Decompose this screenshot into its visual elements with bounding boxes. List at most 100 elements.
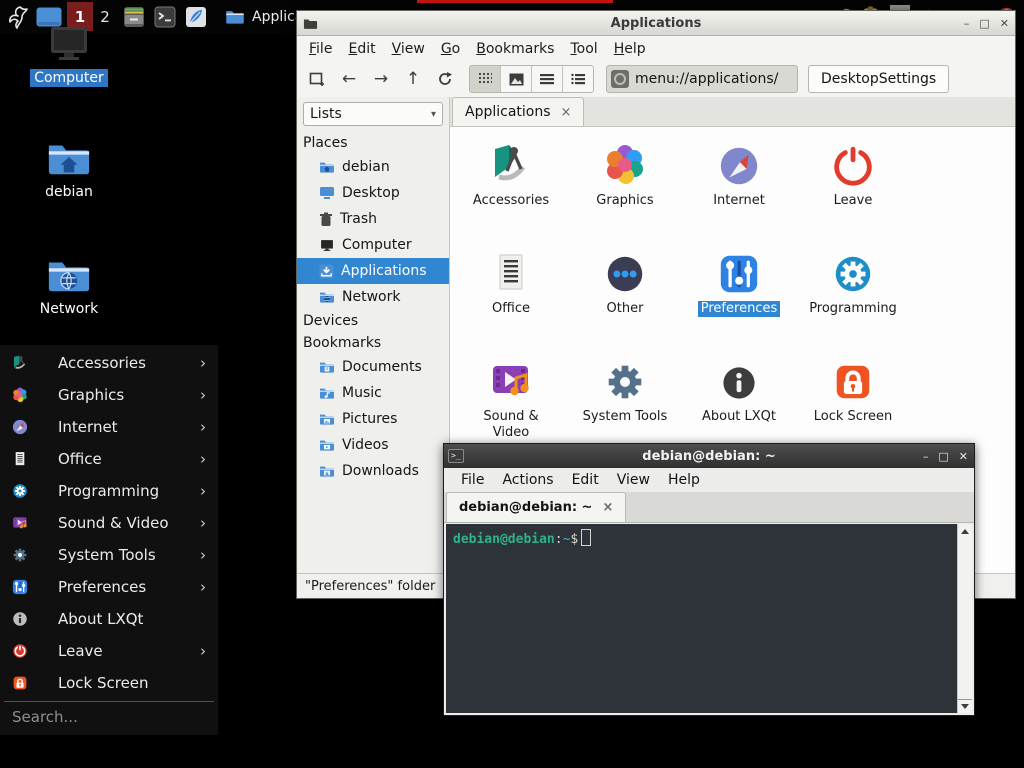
grid-item-other[interactable]: Other bbox=[568, 245, 682, 353]
terminal-screen[interactable]: debian@debian:~$ bbox=[446, 524, 958, 713]
fm-menu-view[interactable]: View bbox=[384, 39, 433, 59]
lock-screen-icon bbox=[11, 674, 29, 692]
chevron-down-icon: ▾ bbox=[431, 109, 436, 120]
grid-item-graphics[interactable]: Graphics bbox=[568, 137, 682, 245]
sidebar-item-desktop[interactable]: Desktop bbox=[297, 180, 449, 206]
desktop-icon bbox=[319, 186, 335, 200]
grid-item-programming[interactable]: Programming bbox=[796, 245, 910, 353]
sidebar-item-label: Downloads bbox=[342, 463, 419, 479]
detailed-list-button[interactable] bbox=[532, 66, 563, 92]
sidebar-item-trash[interactable]: Trash bbox=[297, 206, 449, 232]
sidebar-item-computer[interactable]: Computer bbox=[297, 232, 449, 258]
terminal-menu-edit[interactable]: Edit bbox=[563, 470, 608, 490]
grid-item-office[interactable]: Office bbox=[454, 245, 568, 353]
computer-icon bbox=[45, 20, 93, 64]
fm-menu-help[interactable]: Help bbox=[606, 39, 654, 59]
sidebar-item-videos[interactable]: Videos bbox=[297, 432, 449, 458]
desktop-icon-computer[interactable]: Computer bbox=[13, 20, 125, 86]
fm-tab-applications[interactable]: Applications × bbox=[452, 97, 584, 126]
tab-close-icon[interactable]: × bbox=[602, 500, 613, 515]
music-folder-icon bbox=[319, 386, 335, 400]
menu-item-office[interactable]: Office › bbox=[0, 443, 218, 475]
sidebar-item-pictures[interactable]: Pictures bbox=[297, 406, 449, 432]
scroll-down-icon[interactable] bbox=[958, 699, 972, 712]
thumbnail-view-button[interactable] bbox=[501, 66, 532, 92]
terminal-menu-view[interactable]: View bbox=[608, 470, 659, 490]
terminal-menubar: File Actions Edit View Help bbox=[444, 468, 974, 492]
fm-menu-tool[interactable]: Tool bbox=[562, 39, 605, 59]
quicklaunch-terminal[interactable] bbox=[153, 5, 177, 29]
back-button[interactable]: ← bbox=[335, 66, 363, 92]
reload-button[interactable] bbox=[431, 66, 459, 92]
submenu-arrow-icon: › bbox=[200, 482, 206, 500]
fm-titlebar[interactable]: Applications – □ ✕ bbox=[297, 11, 1015, 36]
fm-menu-go[interactable]: Go bbox=[433, 39, 468, 59]
sidebar-item-label: Documents bbox=[342, 359, 422, 375]
quicklaunch-file-manager[interactable] bbox=[122, 5, 146, 29]
sidebar-item-downloads[interactable]: Downloads bbox=[297, 458, 449, 484]
sidebar-item-label: Trash bbox=[340, 211, 377, 227]
sidebar-item-label: Computer bbox=[342, 237, 412, 253]
terminal-menu-help[interactable]: Help bbox=[659, 470, 709, 490]
terminal-titlebar[interactable]: >_ debian@debian: ~ – □ ✕ bbox=[444, 444, 974, 468]
menu-item-about-lxqt[interactable]: About LXQt bbox=[0, 603, 218, 635]
sidebar-item-label: Videos bbox=[342, 437, 389, 453]
sidebar-item-debian[interactable]: debian bbox=[297, 154, 449, 180]
fm-menu-edit[interactable]: Edit bbox=[340, 39, 383, 59]
fm-sidebar: Lists ▾ Places debian Desktop Trash bbox=[297, 97, 450, 574]
scroll-up-icon[interactable] bbox=[958, 525, 972, 537]
address-bar[interactable]: menu://applications/ bbox=[606, 65, 798, 93]
menu-item-programming[interactable]: Programming › bbox=[0, 475, 218, 507]
fm-menu-bookmarks[interactable]: Bookmarks bbox=[468, 39, 562, 59]
menu-item-preferences[interactable]: Preferences › bbox=[0, 571, 218, 603]
desktop-icon-network[interactable]: Network bbox=[13, 255, 125, 317]
grid-item-preferences[interactable]: Preferences bbox=[682, 245, 796, 353]
quicklaunch-featherpad[interactable] bbox=[184, 5, 208, 29]
sidebar-item-applications[interactable]: Applications bbox=[297, 258, 449, 284]
menu-item-accessories[interactable]: Accessories › bbox=[0, 347, 218, 379]
sidebar-header-bookmarks: Bookmarks bbox=[297, 332, 449, 354]
sidebar-item-music[interactable]: Music bbox=[297, 380, 449, 406]
grid-item-label: Programming bbox=[806, 301, 900, 317]
menu-item-internet[interactable]: Internet › bbox=[0, 411, 218, 443]
fm-menu-file[interactable]: File bbox=[301, 39, 340, 59]
terminal-menu-actions[interactable]: Actions bbox=[493, 470, 562, 490]
grid-item-label: Sound & Video bbox=[462, 409, 560, 440]
terminal-menu-file[interactable]: File bbox=[452, 470, 493, 490]
grid-item-label: Office bbox=[489, 301, 533, 317]
new-tab-button[interactable] bbox=[303, 66, 331, 92]
grid-item-leave[interactable]: Leave bbox=[796, 137, 910, 245]
menu-item-label: Programming bbox=[58, 482, 159, 500]
menu-item-graphics[interactable]: Graphics › bbox=[0, 379, 218, 411]
grid-item-accessories[interactable]: Accessories bbox=[454, 137, 568, 245]
menu-item-system-tools[interactable]: System Tools › bbox=[0, 539, 218, 571]
sidebar-item-network[interactable]: Network bbox=[297, 284, 449, 310]
menu-item-leave[interactable]: Leave › bbox=[0, 635, 218, 667]
menu-search-input[interactable] bbox=[10, 707, 212, 727]
compact-view-button[interactable] bbox=[563, 66, 593, 92]
menu-item-label: Preferences bbox=[58, 578, 146, 596]
desktop-icon-debian[interactable]: debian bbox=[13, 138, 125, 200]
sidebar-item-documents[interactable]: Documents bbox=[297, 354, 449, 380]
detailed-list-icon bbox=[540, 73, 554, 85]
terminal-scrollbar[interactable] bbox=[957, 524, 972, 713]
about-lxqt-icon bbox=[11, 610, 29, 628]
submenu-arrow-icon: › bbox=[200, 418, 206, 436]
status-text: "Preferences" folder bbox=[305, 579, 435, 594]
icon-view-button[interactable] bbox=[470, 66, 501, 92]
menu-item-label: System Tools bbox=[58, 546, 156, 564]
grid-item-internet[interactable]: Internet bbox=[682, 137, 796, 245]
submenu-arrow-icon: › bbox=[200, 386, 206, 404]
sidebar-mode-selector[interactable]: Lists ▾ bbox=[303, 102, 443, 126]
desktop-icon-label: Computer bbox=[30, 69, 108, 87]
terminal-tab[interactable]: debian@debian: ~ × bbox=[446, 492, 626, 522]
tab-close-icon[interactable]: × bbox=[561, 105, 572, 120]
menu-item-lock-screen[interactable]: Lock Screen bbox=[0, 667, 218, 699]
sidebar-header-devices: Devices bbox=[297, 310, 449, 332]
menu-item-sound-video[interactable]: Sound & Video › bbox=[0, 507, 218, 539]
grid-item-label: Other bbox=[604, 301, 647, 317]
desktop-settings-button[interactable]: DesktopSettings bbox=[808, 65, 949, 93]
forward-button[interactable]: → bbox=[367, 66, 395, 92]
location-icon bbox=[611, 70, 629, 88]
up-button[interactable]: ↑ bbox=[399, 66, 427, 92]
